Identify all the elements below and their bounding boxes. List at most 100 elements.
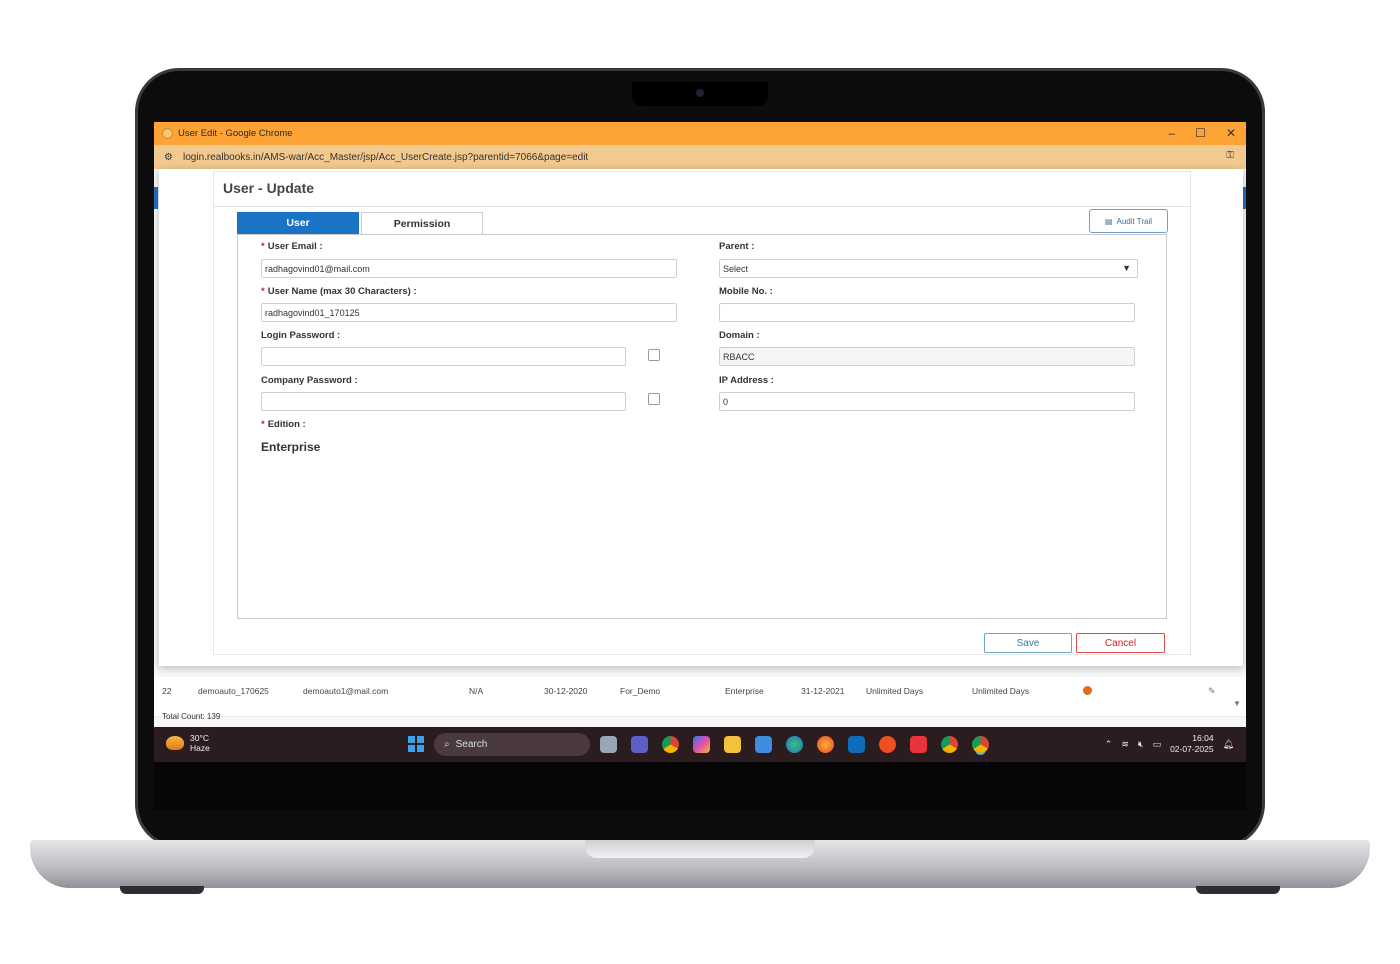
show-login-password-checkbox[interactable] <box>648 349 660 361</box>
camera <box>696 89 704 97</box>
show-company-password-checkbox[interactable] <box>648 393 660 405</box>
parent-select-value: Select <box>723 263 749 274</box>
edit-icon[interactable]: ✎ <box>1208 686 1216 697</box>
chevron-down-icon: ▼ <box>1122 263 1131 273</box>
url-text[interactable]: login.realbooks.in/AMS-war/Acc_Master/js… <box>183 152 588 163</box>
weather-icon <box>166 736 184 750</box>
password-key-icon[interactable]: ⚿ <box>1226 150 1234 161</box>
base-notch <box>585 840 815 858</box>
ip-address-label: IP Address : <box>719 375 774 386</box>
ip-address-input[interactable]: 0 <box>719 392 1135 411</box>
file-explorer-icon[interactable] <box>724 736 741 753</box>
parent-select[interactable]: Select ▼ <box>719 259 1138 278</box>
edition-label-text: Edition : <box>267 419 306 430</box>
required-mark: * <box>261 419 265 430</box>
screen: User Edit - Google Chrome – ☐ ✕ ⚙ login.… <box>154 122 1246 762</box>
user-update-dialog: User - Update User Permission ▤ Audit Tr… <box>159 169 1243 666</box>
chrome-active-icon[interactable] <box>972 736 989 753</box>
row-edition: Enterprise <box>725 686 764 696</box>
mobile-label: Mobile No. : <box>719 286 773 297</box>
domain-input[interactable]: RBACC <box>719 347 1135 366</box>
clock-time: 16:04 <box>1192 733 1214 743</box>
audit-trail-label: Audit Trail <box>1116 216 1153 226</box>
firefox-icon[interactable] <box>817 736 834 753</box>
audit-icon: ▤ <box>1104 216 1113 226</box>
chevron-up-icon[interactable]: ⌃ <box>1105 739 1113 750</box>
title-divider <box>213 206 1191 207</box>
table-row[interactable]: 22 demoauto_170625 demoauto1@mail.com N/… <box>154 677 1246 717</box>
close-window-button[interactable]: ✕ <box>1226 126 1236 140</box>
outlook-icon[interactable] <box>848 736 865 753</box>
maximize-button[interactable]: ☐ <box>1195 126 1206 140</box>
user-email-label: * User Email : <box>261 241 323 252</box>
login-password-label: Login Password : <box>261 330 341 341</box>
browser-titlebar: User Edit - Google Chrome – ☐ ✕ <box>154 122 1246 145</box>
row-user: demoauto_170625 <box>198 686 269 696</box>
taskbar-search[interactable]: ⌕ Search <box>434 733 590 756</box>
weather-widget[interactable]: 30°C Haze <box>166 733 210 753</box>
site-settings-icon[interactable]: ⚙ <box>164 152 176 163</box>
edge-icon[interactable] <box>786 736 803 753</box>
weather-condition: Haze <box>190 743 210 753</box>
row-domain: For_Demo <box>620 686 661 696</box>
company-password-label: Company Password : <box>261 375 358 386</box>
clock-date: 02-07-2025 <box>1170 744 1214 754</box>
edition-label: * Edition : <box>261 419 306 430</box>
start-button[interactable] <box>408 736 424 752</box>
search-label: Search <box>455 739 488 750</box>
edition-value: Enterprise <box>261 440 321 454</box>
required-mark: * <box>261 241 265 252</box>
login-password-input[interactable] <box>261 347 626 366</box>
row-end-date: 31-12-2021 <box>801 686 845 696</box>
user-email-input[interactable]: radhagovind01@mail.com <box>261 259 677 278</box>
bottom-bezel <box>154 762 1246 810</box>
status-dot <box>1083 686 1092 695</box>
cancel-button[interactable]: Cancel <box>1076 633 1165 653</box>
photos-icon[interactable] <box>755 736 772 753</box>
chrome-icon[interactable] <box>662 736 679 753</box>
temperature: 30°C <box>190 733 209 743</box>
anydesk-icon[interactable] <box>910 736 927 753</box>
user-email-label-text: User Email : <box>267 241 323 252</box>
user-name-label: * User Name (max 30 Characters) : <box>261 286 417 297</box>
save-button[interactable]: Save <box>984 633 1072 653</box>
favicon-icon <box>162 128 173 139</box>
chrome-profile-icon[interactable] <box>941 736 958 753</box>
brave-icon[interactable] <box>879 736 896 753</box>
audit-trail-button[interactable]: ▤ Audit Trail <box>1089 209 1168 233</box>
clock[interactable]: 16:04 02-07-2025 <box>1170 733 1213 755</box>
total-count: Total Count: 139 <box>162 712 221 721</box>
minimize-button[interactable]: – <box>1168 126 1175 140</box>
row-days-2: Unlimited Days <box>972 686 1030 696</box>
user-name-label-text: User Name (max 30 Characters) : <box>267 286 417 297</box>
battery-icon[interactable]: ▭ <box>1153 739 1162 750</box>
row-email: demoauto1@mail.com <box>303 686 389 696</box>
wifi-icon[interactable]: ≋ <box>1121 739 1129 750</box>
scroll-down-icon[interactable]: ▼ <box>1233 699 1241 708</box>
taskbar: 30°C Haze ⌕ Search ⌃ ≋ 🔇︎ ▭ 16:04 02-07-… <box>154 727 1246 762</box>
parent-label: Parent : <box>719 241 755 252</box>
mobile-input[interactable] <box>719 303 1135 322</box>
volume-muted-icon[interactable]: 🔇︎ <box>1138 739 1144 750</box>
laptop-foot-right <box>1196 886 1280 894</box>
domain-label: Domain : <box>719 330 760 341</box>
system-tray: ⌃ ≋ 🔇︎ ▭ 16:04 02-07-2025 🔔︎ <box>1105 733 1234 755</box>
notification-bell-icon[interactable]: 🔔︎ <box>1223 739 1234 750</box>
row-parent: N/A <box>469 686 484 696</box>
window-title: User Edit - Google Chrome <box>178 128 293 139</box>
laptop-foot-left <box>120 886 204 894</box>
company-password-input[interactable] <box>261 392 626 411</box>
task-view-icon[interactable] <box>600 736 617 753</box>
row-days-1: Unlimited Days <box>866 686 924 696</box>
row-index: 22 <box>162 686 172 696</box>
user-name-input[interactable]: radhagovind01_170125 <box>261 303 677 322</box>
tab-permission[interactable]: Permission <box>361 212 483 234</box>
copilot-icon[interactable] <box>693 736 710 753</box>
teams-icon[interactable] <box>631 736 648 753</box>
tab-user[interactable]: User <box>237 212 359 234</box>
address-bar[interactable]: ⚙ login.realbooks.in/AMS-war/Acc_Master/… <box>154 145 1246 169</box>
row-start-date: 30-12-2020 <box>544 686 588 696</box>
required-mark: * <box>261 286 265 297</box>
background-header-left <box>154 187 158 209</box>
dialog-title: User - Update <box>223 180 315 196</box>
